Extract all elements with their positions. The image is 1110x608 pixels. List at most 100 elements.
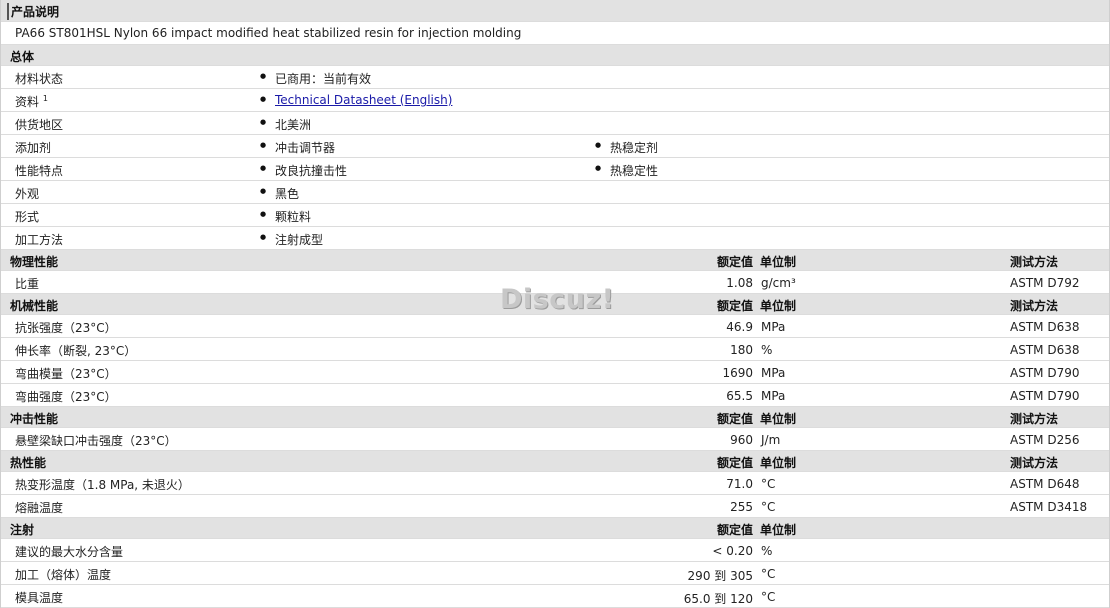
- row-value: 改良抗撞击性: [260, 162, 347, 179]
- property-unit: °C: [761, 567, 776, 581]
- row-label: 供货地区: [15, 118, 64, 132]
- section-header-description: 产品说明: [1, 0, 1109, 22]
- property-value: 255: [730, 500, 753, 514]
- property-value: 180: [730, 343, 753, 357]
- column-unit: 单位制: [760, 299, 797, 313]
- property-name: 弯曲强度（23°C）: [15, 390, 117, 404]
- property-test: ASTM D638: [1010, 343, 1080, 357]
- property-row: 模具温度 65.0 到 120 °C: [1, 585, 1109, 608]
- column-test: 测试方法: [1010, 299, 1059, 313]
- watermark: Discuz!: [500, 284, 615, 315]
- property-test: ASTM D792: [1010, 276, 1080, 290]
- general-row-form: 形式 颗粒料: [1, 204, 1109, 227]
- column-unit: 单位制: [760, 456, 797, 470]
- property-name: 热变形温度（1.8 MPa, 未退火）: [15, 478, 190, 492]
- row-value: 颗粒料: [260, 208, 311, 225]
- property-unit: MPa: [761, 366, 786, 380]
- column-nominal: 额定值: [716, 299, 753, 313]
- general-row-status: 材料状态 已商用：当前有效: [1, 66, 1109, 89]
- section-title: 物理性能: [10, 255, 59, 269]
- product-description: PA66 ST801HSL Nylon 66 impact modified h…: [15, 26, 522, 40]
- row-label: 添加剂: [15, 141, 52, 155]
- property-row: 建议的最大水分含量 < 0.20 %: [1, 539, 1109, 562]
- property-name: 弯曲模量（23°C）: [15, 367, 117, 381]
- property-name: 模具温度: [15, 591, 64, 605]
- property-name: 建议的最大水分含量: [15, 545, 124, 559]
- property-value: 46.9: [726, 320, 753, 334]
- property-unit: °C: [761, 500, 776, 514]
- column-nominal: 额定值: [716, 523, 753, 537]
- column-nominal: 额定值: [716, 456, 753, 470]
- row-label: 加工方法: [15, 233, 64, 247]
- property-test: ASTM D256: [1010, 433, 1080, 447]
- property-test: ASTM D3418: [1010, 500, 1088, 514]
- datasheet-link[interactable]: Technical Datasheet (English): [260, 93, 452, 107]
- row-label: 形式: [15, 210, 40, 224]
- column-nominal: 额定值: [716, 255, 753, 269]
- property-test: ASTM D790: [1010, 366, 1080, 380]
- property-name: 熔融温度: [15, 501, 64, 515]
- property-value: < 0.20: [712, 544, 753, 558]
- page-title: 产品说明: [7, 3, 59, 20]
- property-row: 抗张强度（23°C） 46.9 MPa ASTM D638: [1, 315, 1109, 338]
- column-nominal: 额定值: [716, 412, 753, 426]
- row-value: 黑色: [260, 185, 299, 202]
- row-value: 热稳定剂: [595, 139, 658, 156]
- section-header-physical: 物理性能 额定值 单位制 测试方法: [1, 250, 1109, 271]
- property-unit: °C: [761, 477, 776, 491]
- general-row-literature: 资料 1 Technical Datasheet (English): [1, 89, 1109, 112]
- column-test: 测试方法: [1010, 412, 1059, 426]
- row-label: 材料状态: [15, 72, 64, 86]
- property-value: 290 到 305: [687, 569, 753, 583]
- row-label: 外观: [15, 187, 40, 201]
- section-title: 总体: [10, 50, 35, 64]
- property-test: ASTM D638: [1010, 320, 1080, 334]
- row-label: 资料 1: [15, 94, 48, 109]
- property-unit: MPa: [761, 320, 786, 334]
- row-value: 热稳定性: [595, 162, 658, 179]
- property-value: 960: [730, 433, 753, 447]
- section-title: 热性能: [10, 456, 47, 470]
- property-unit: %: [761, 544, 773, 558]
- property-row: 热变形温度（1.8 MPa, 未退火） 71.0 °C ASTM D648: [1, 472, 1109, 495]
- section-header-general: 总体: [1, 45, 1109, 66]
- section-header-thermal: 热性能 额定值 单位制 测试方法: [1, 451, 1109, 472]
- description-row: PA66 ST801HSL Nylon 66 impact modified h…: [1, 22, 1109, 45]
- property-row: 加工（熔体）温度 290 到 305 °C: [1, 562, 1109, 585]
- property-test: ASTM D790: [1010, 389, 1080, 403]
- property-unit: g/cm³: [761, 276, 796, 290]
- column-unit: 单位制: [760, 523, 797, 537]
- property-name: 伸长率（断裂, 23°C）: [15, 344, 137, 358]
- section-title: 机械性能: [10, 299, 59, 313]
- property-row: 伸长率（断裂, 23°C） 180 % ASTM D638: [1, 338, 1109, 361]
- property-name: 抗张强度（23°C）: [15, 321, 117, 335]
- property-unit: %: [761, 343, 773, 357]
- property-test: ASTM D648: [1010, 477, 1080, 491]
- row-value: 冲击调节器: [260, 139, 335, 156]
- footnote-marker: 1: [42, 94, 48, 103]
- section-header-impact: 冲击性能 额定值 单位制 测试方法: [1, 407, 1109, 428]
- property-row: 弯曲模量（23°C） 1690 MPa ASTM D790: [1, 361, 1109, 384]
- section-title: 注射: [10, 523, 35, 537]
- row-label: 性能特点: [15, 164, 64, 178]
- section-title: 冲击性能: [10, 412, 59, 426]
- property-unit: J/m: [761, 433, 781, 447]
- property-value: 71.0: [726, 477, 753, 491]
- column-unit: 单位制: [760, 412, 797, 426]
- general-row-availability: 供货地区 北美洲: [1, 112, 1109, 135]
- property-row: 悬壁梁缺口冲击强度（23°C） 960 J/m ASTM D256: [1, 428, 1109, 451]
- general-row-additive: 添加剂 冲击调节器 热稳定剂: [1, 135, 1109, 158]
- property-name: 比重: [15, 277, 40, 291]
- property-value: 1.08: [726, 276, 753, 290]
- property-name: 悬壁梁缺口冲击强度（23°C）: [15, 434, 177, 448]
- property-name: 加工（熔体）温度: [15, 568, 112, 582]
- property-value: 65.5: [726, 389, 753, 403]
- property-value: 1690: [722, 366, 753, 380]
- row-value: 北美洲: [260, 116, 311, 133]
- property-row: 熔融温度 255 °C ASTM D3418: [1, 495, 1109, 518]
- general-row-processing: 加工方法 注射成型: [1, 227, 1109, 250]
- row-value: 已商用：当前有效: [260, 70, 371, 87]
- general-row-features: 性能特点 改良抗撞击性 热稳定性: [1, 158, 1109, 181]
- property-value: 65.0 到 120: [683, 592, 753, 606]
- column-unit: 单位制: [760, 255, 797, 269]
